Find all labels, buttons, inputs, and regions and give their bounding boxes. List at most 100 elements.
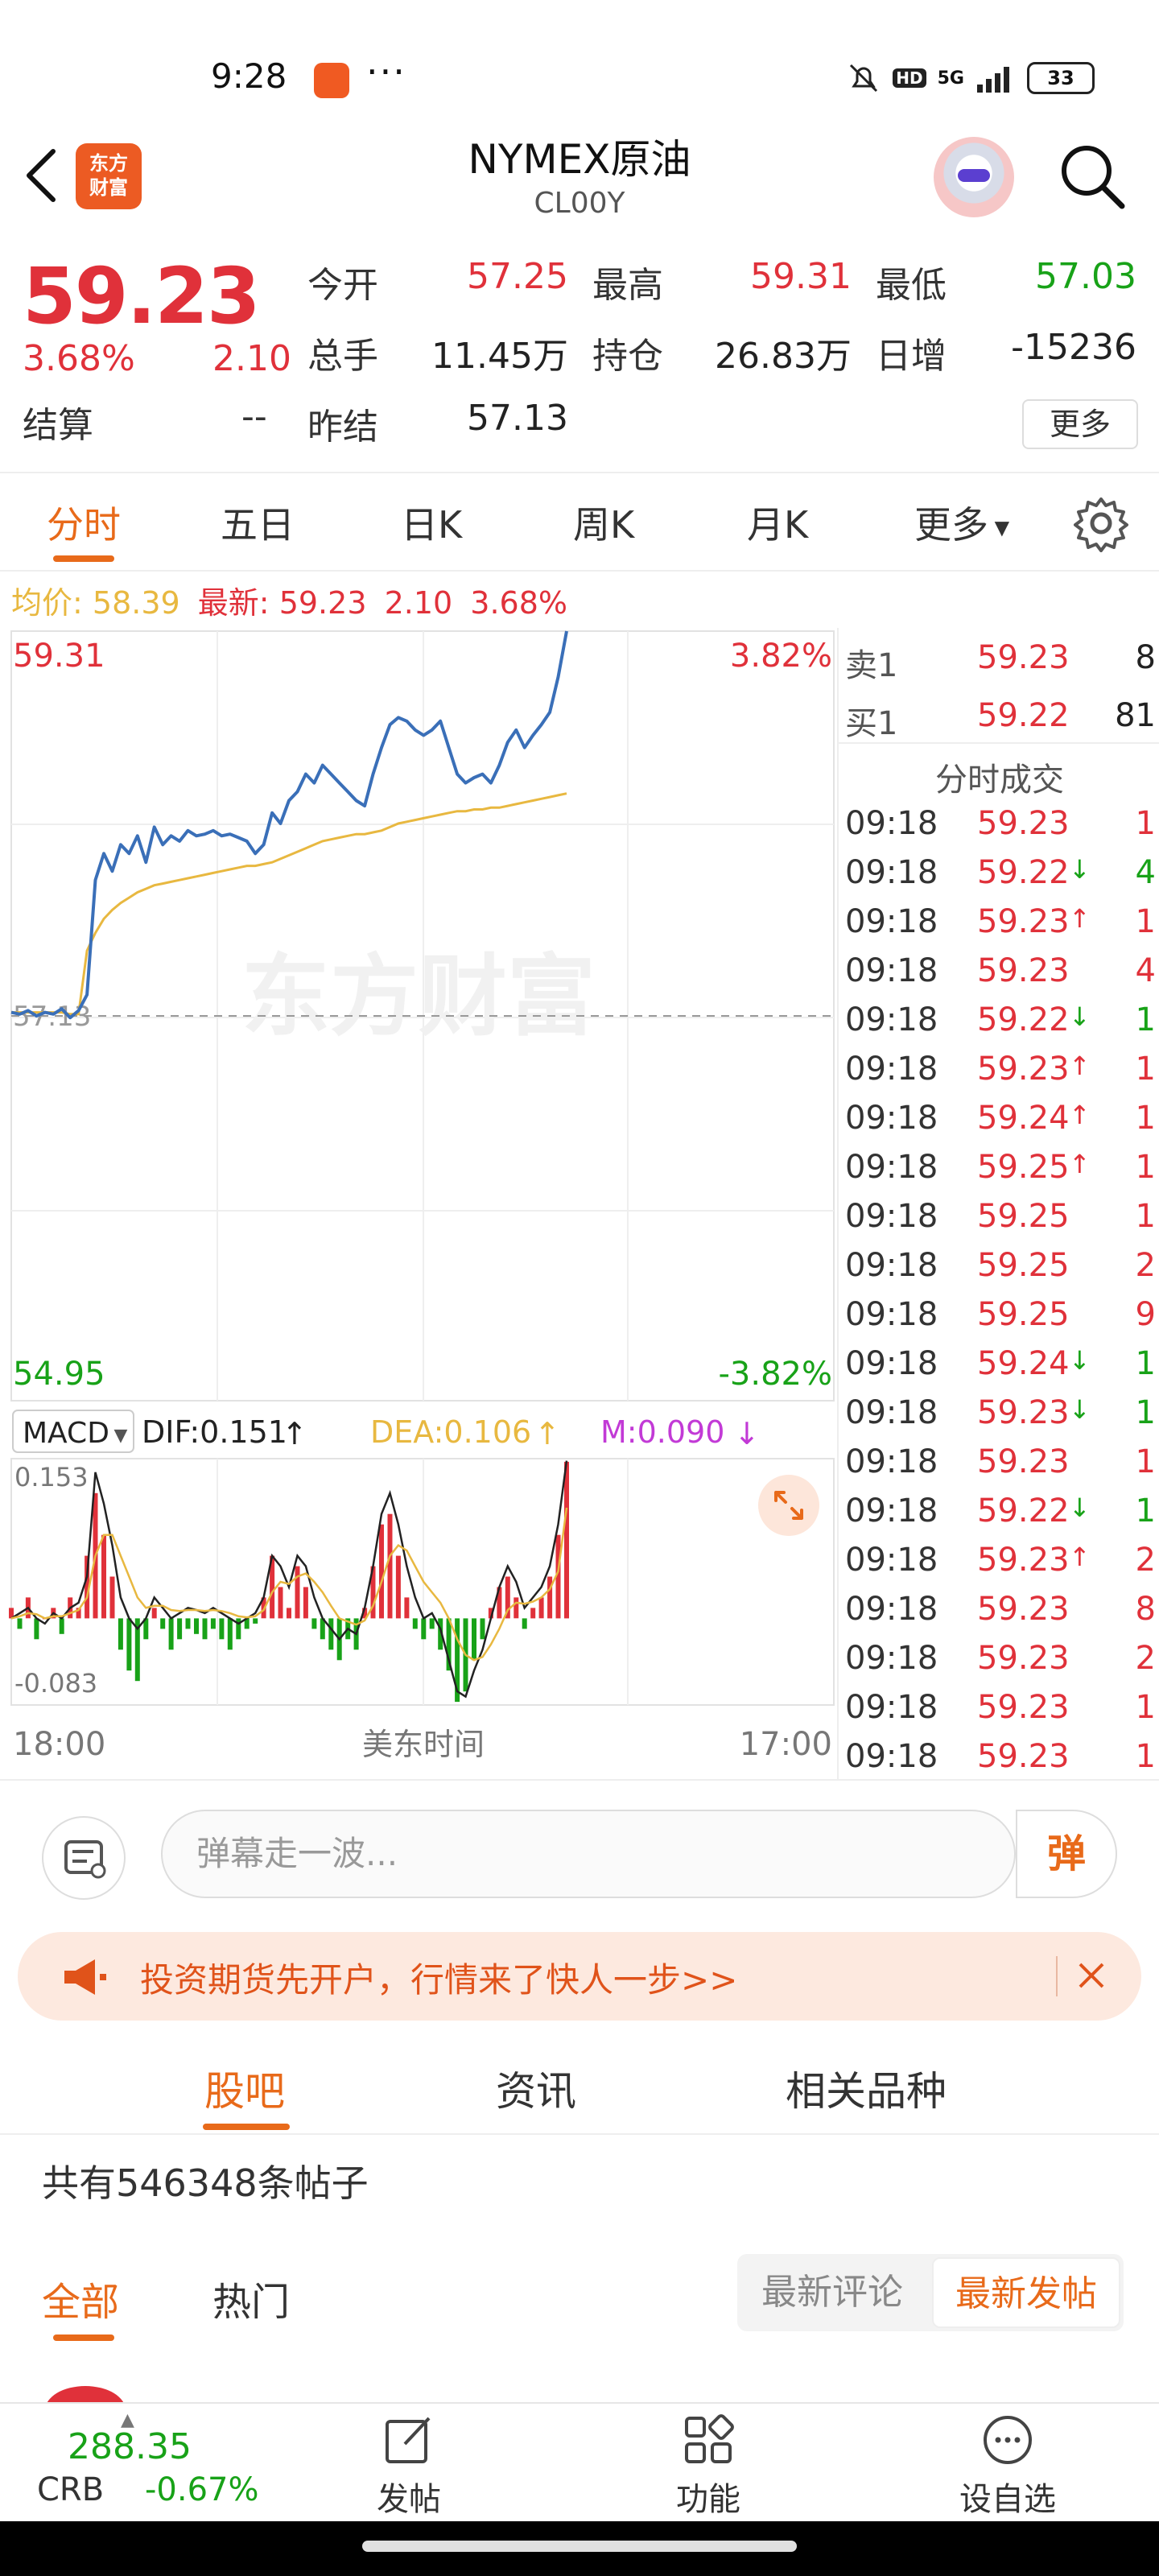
tab-monthly-k[interactable]: 月K: [747, 496, 808, 549]
crb-percent: -0.67%: [145, 2471, 259, 2508]
tick-price: 59.22: [977, 854, 1070, 891]
post-avatar: [45, 2386, 126, 2402]
macd-top-label: 0.153: [14, 1462, 89, 1492]
m-value: M:0.090: [600, 1414, 724, 1450]
promo-banner[interactable]: 投资期货先开户，行情来了快人一步>>: [18, 1932, 1141, 2021]
crb-value[interactable]: 288.35: [68, 2426, 192, 2467]
tick-time: 09:18: [845, 1100, 938, 1137]
tick-price: 59.23: [977, 1051, 1070, 1088]
tab-weekly-k[interactable]: 周K: [573, 496, 634, 549]
close-icon[interactable]: [1066, 1950, 1117, 2001]
daily-change-value: -15236: [1011, 327, 1136, 368]
battery-icon: 33: [1027, 62, 1095, 94]
macd-bar: [530, 1608, 536, 1619]
tick-price: 59.25: [977, 1247, 1070, 1284]
tick-volume: 1: [1135, 1345, 1156, 1382]
tick-time: 09:18: [845, 1738, 938, 1775]
assistant-robot-icon[interactable]: [934, 137, 1014, 217]
y-top-label: 59.31: [13, 638, 105, 675]
y-top-pct: 3.82%: [730, 638, 832, 675]
bid-price: 59.22: [977, 697, 1070, 734]
macd-bar: [168, 1618, 174, 1650]
tick-price: 59.24: [977, 1100, 1070, 1137]
tick-time: 09:18: [845, 1001, 938, 1038]
macd-bar: [522, 1618, 527, 1629]
tick-price: 59.23: [977, 952, 1070, 989]
tick-volume: 1: [1135, 1689, 1156, 1726]
intraday-chart[interactable]: 东方财富 57.13 59.31 3.82% 54.95 -3.82% MACD…: [0, 628, 837, 1779]
add-watchlist-button[interactable]: 设自选: [943, 2412, 1072, 2521]
macd-bar: [328, 1618, 334, 1650]
tab-more-label: 更多: [914, 503, 988, 547]
tick-time: 09:18: [845, 1394, 938, 1431]
ask-label: 卖1: [845, 647, 898, 684]
open-interest-label: 持仓: [592, 336, 663, 377]
tick-price: 59.23: [977, 903, 1070, 940]
edit-icon: [386, 2417, 431, 2463]
danmu-input[interactable]: 弹幕走一波...: [161, 1810, 1016, 1898]
tick-volume: 1: [1135, 1100, 1156, 1137]
order-book-panel: 卖1 59.23 8 买1 59.22 81 分时成交 09:18 59.23 1 0…: [837, 628, 1159, 1779]
tab-guba[interactable]: 股吧: [204, 2059, 285, 2117]
tab-more[interactable]: 更多 ▼: [914, 496, 1009, 549]
up-arrow-icon: ↑: [1069, 903, 1091, 934]
tab-intraday[interactable]: 分时: [47, 496, 121, 549]
post-button[interactable]: 发帖: [344, 2412, 473, 2521]
high-label: 最高: [592, 265, 663, 306]
danmu-toggle-icon[interactable]: [42, 1816, 126, 1900]
macd-bar: [160, 1618, 166, 1629]
danmu-send-button[interactable]: 弹: [1016, 1810, 1117, 1898]
battery-level: 33: [1047, 67, 1074, 89]
more-button[interactable]: 更多: [1022, 399, 1138, 449]
sort-toggle: 最新评论 最新发帖: [737, 2254, 1124, 2331]
gear-icon[interactable]: [1072, 494, 1130, 552]
tick-time: 09:18: [845, 1247, 938, 1284]
chart-tabs: 分时 五日 日K 周K 月K 更多 ▼: [0, 472, 1159, 572]
status-indicators: HD 5G 33: [846, 58, 1095, 98]
post-count: 共有546348条帖子: [42, 2161, 369, 2205]
megaphone-icon: [64, 1959, 106, 1995]
down-arrow-icon: ↓: [1069, 854, 1091, 885]
functions-button[interactable]: 功能: [644, 2412, 773, 2521]
tick-price: 59.25: [977, 1149, 1070, 1186]
tick-price: 59.23: [977, 1394, 1070, 1431]
tick-price: 59.23: [977, 1640, 1070, 1677]
tick-volume: 1: [1135, 1198, 1156, 1235]
tab-five-day[interactable]: 五日: [221, 496, 295, 549]
dea-up-arrow: ↑: [534, 1416, 560, 1451]
last-value: 59.23: [278, 585, 367, 621]
last-price: 59.23: [23, 251, 261, 341]
sort-latest-comment[interactable]: 最新评论: [737, 2254, 927, 2331]
quote-panel: 59.23 3.68% 2.10 结算 -- 今开 57.25 最高 59.31…: [0, 235, 1159, 469]
filter-hot[interactable]: 热门: [212, 2270, 290, 2326]
last-label: 最新:: [197, 585, 270, 621]
high-value: 59.31: [750, 256, 852, 297]
daily-change-label: 日增: [876, 336, 947, 377]
macd-selector-label: MACD: [23, 1417, 109, 1450]
macd-bar: [210, 1618, 216, 1629]
tab-daily-k[interactable]: 日K: [401, 496, 462, 549]
tick-time: 09:18: [845, 1689, 938, 1726]
macd-bar: [421, 1618, 427, 1640]
macd-bar: [538, 1597, 544, 1619]
tick-volume: 8: [1135, 1591, 1156, 1628]
tab-news[interactable]: 资讯: [496, 2059, 576, 2117]
home-gesture-handle[interactable]: [362, 2541, 797, 2552]
sort-latest-post[interactable]: 最新发帖: [932, 2257, 1120, 2328]
grid-icon: [685, 2414, 734, 2463]
tick-volume: 1: [1135, 1001, 1156, 1038]
tick-volume: 2: [1135, 1247, 1156, 1284]
ticks-title: 分时成交: [935, 762, 1064, 799]
macd-bar: [387, 1513, 393, 1619]
tick-price: 59.22: [977, 1492, 1070, 1530]
search-icon[interactable]: [1056, 140, 1128, 213]
tab-related[interactable]: 相关品种: [786, 2059, 947, 2117]
down-arrow-icon: ↓: [1069, 1394, 1091, 1425]
hd-badge: HD: [893, 68, 926, 88]
macd-bar: [227, 1618, 233, 1650]
low-value: 57.03: [1035, 256, 1136, 297]
tick-price: 59.24: [977, 1345, 1070, 1382]
down-arrow-icon: ↓: [1069, 1345, 1091, 1376]
filter-all[interactable]: 全部: [42, 2270, 119, 2326]
tick-time: 09:18: [845, 1198, 938, 1235]
